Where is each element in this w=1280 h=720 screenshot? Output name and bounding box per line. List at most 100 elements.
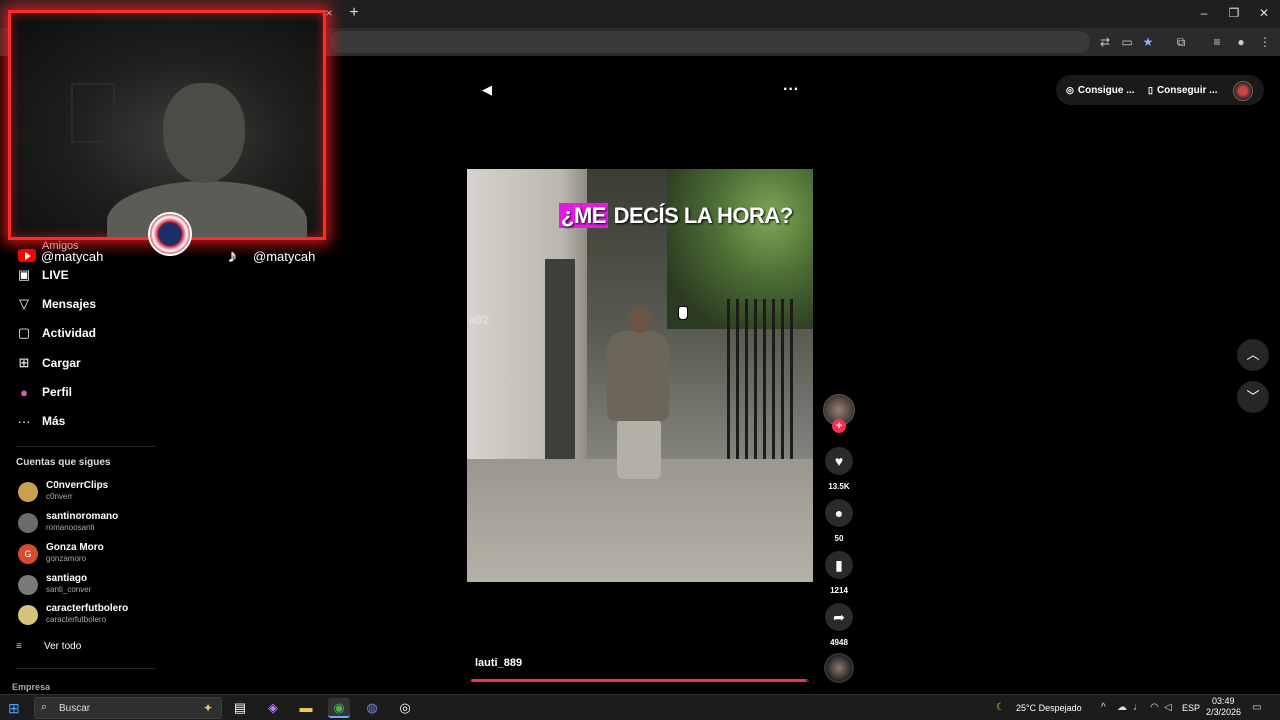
search-icon: ⌕ (41, 701, 48, 713)
account-handle: c0nverr (46, 492, 73, 501)
extensions-icon[interactable]: ⧉ (1172, 33, 1190, 51)
menu-icon[interactable]: ⋮ (1256, 33, 1274, 51)
video-author[interactable]: lauti_889 (475, 657, 522, 669)
sidebar-item-profile[interactable]: ● Perfil (16, 381, 156, 403)
video-door (545, 259, 575, 459)
file-explorer-icon[interactable]: ▬ (295, 698, 317, 718)
see-all-button[interactable]: ≡ Ver todo (16, 638, 136, 654)
activity-icon: ▢ (17, 325, 31, 340)
profile-icon[interactable]: ● (1232, 33, 1250, 51)
task-view-icon[interactable]: ▤ (229, 698, 251, 718)
share-button[interactable]: ➦ (825, 603, 853, 631)
following-account[interactable]: santinoromano romanoosanti (16, 511, 166, 537)
volume-icon[interactable]: ◁ (1164, 702, 1172, 713)
discord-icon[interactable]: ◍ (361, 698, 383, 718)
following-account[interactable]: G Gonza Moro gonzamoro (16, 542, 166, 568)
video-person-body (607, 331, 669, 421)
divider (16, 446, 156, 447)
volume-button[interactable]: ◀ (478, 81, 496, 99)
omnibox[interactable] (330, 31, 1090, 53)
account-handle: caracterfutbolero (46, 615, 107, 624)
minimize-button[interactable]: – (1194, 4, 1214, 22)
webcam-overlay (8, 10, 326, 240)
video-watermark: a02 (469, 313, 490, 327)
star-icon[interactable]: ★ (1139, 33, 1157, 51)
account-handle: gonzamoro (46, 554, 87, 563)
avatar: G (18, 544, 38, 564)
share-icon: ➦ (833, 609, 845, 625)
tray-expand-icon[interactable]: ^ (1101, 702, 1106, 713)
chrome-icon[interactable]: ◉ (328, 698, 350, 718)
avatar (18, 575, 38, 595)
weather-text[interactable]: 25°C Despejado (1016, 703, 1082, 713)
sidebar-item-more[interactable]: ··· Más (16, 410, 156, 432)
chevron-up-icon: ︿ (1246, 347, 1260, 362)
new-tab-button[interactable]: + (346, 4, 362, 22)
translate-icon[interactable]: ⇄ (1096, 33, 1114, 51)
video-person-head (629, 307, 651, 333)
following-account[interactable]: santiago santi_conver (16, 573, 166, 599)
following-section-title: Cuentas que sigues (16, 457, 111, 468)
language-indicator[interactable]: ESP (1182, 703, 1200, 713)
cloud-icon[interactable]: ☁ (1117, 702, 1127, 713)
upload-icon: ⊞ (18, 355, 30, 370)
restore-button[interactable]: ❐ (1224, 4, 1244, 22)
coin-icon: ◎ (1066, 84, 1074, 95)
cast-icon[interactable]: ▭ (1118, 33, 1136, 51)
clock-date[interactable]: 2/3/2026 (1206, 707, 1241, 717)
search-placeholder: Buscar (59, 703, 91, 714)
sidebar-item-label: Mensajes (42, 297, 97, 311)
windows-start-icon[interactable]: ⊞ (8, 701, 22, 715)
clock-time[interactable]: 03:49 (1212, 696, 1235, 706)
taskbar: ⊞ ⌕ Buscar ✦ ▤ ◈ ▬ ◉ ◍ ◎ ☾ 25°C Despejad… (0, 694, 1280, 720)
comment-count: 50 (834, 534, 844, 543)
tiktok-icon: ♪ (228, 246, 237, 266)
sidebar-item-messages[interactable]: ▽ Mensajes (16, 293, 156, 315)
previous-video-button[interactable]: ︿ (1237, 339, 1269, 371)
following-account[interactable]: caracterfutbolero caracterfutbolero (16, 603, 166, 629)
notification-icon[interactable]: ▭ (1252, 702, 1261, 713)
video-progress-bar[interactable] (471, 679, 809, 682)
streamer-head (163, 83, 245, 183)
sidebar-item-live[interactable]: ▣ LIVE (16, 264, 156, 286)
get-coins-button[interactable]: ◎ Consigue ... (1058, 77, 1143, 103)
next-video-button[interactable]: ﹀ (1237, 381, 1269, 413)
youtube-icon (18, 249, 36, 262)
music-disc-icon[interactable] (824, 653, 854, 683)
sidebar-item-upload[interactable]: ⊞ Cargar (16, 352, 156, 374)
wifi-icon[interactable]: ◠ (1150, 702, 1159, 713)
footer-company-link[interactable]: Empresa (12, 682, 50, 692)
divider (16, 668, 156, 669)
save-button[interactable]: ▮ (825, 551, 853, 579)
video-player[interactable]: ¿ME DECÍS LA HORA? a02 (467, 169, 813, 582)
phone-icon: ▯ (1148, 84, 1153, 95)
close-window-button[interactable]: ✕ (1254, 4, 1274, 22)
user-avatar[interactable] (1233, 81, 1253, 101)
sidebar-item-label: Cargar (42, 356, 81, 370)
sidebar-item-activity[interactable]: ▢ Actividad (16, 322, 156, 344)
get-app-button[interactable]: ▯ Conseguir ... (1140, 77, 1226, 103)
copilot-icon[interactable]: ◈ (262, 698, 284, 718)
streamer-body (107, 181, 307, 237)
more-options-button[interactable]: ··· (780, 81, 802, 99)
like-count: 13.5K (828, 482, 850, 491)
profile-icon: ● (20, 384, 28, 400)
microphone-icon[interactable]: ♩ (1133, 702, 1143, 713)
video-caption: ¿ME DECÍS LA HORA? (559, 203, 793, 229)
frame-corner (286, 200, 323, 237)
video-fence (727, 299, 797, 459)
media-icon[interactable]: ≡ (1208, 33, 1226, 51)
comment-button[interactable]: ● (825, 499, 853, 527)
channel-logo (148, 212, 192, 256)
following-account[interactable]: C0nverrClips c0nverr (16, 480, 166, 506)
like-button[interactable]: ♥ (825, 447, 853, 475)
taskbar-search[interactable]: ⌕ Buscar ✦ (34, 697, 222, 719)
bookmark-icon: ▮ (835, 557, 843, 573)
avatar (18, 482, 38, 502)
account-name: santiago (46, 573, 88, 584)
frame-corner (286, 13, 323, 50)
get-app-label: Conseguir ... (1156, 84, 1218, 96)
caption-text: DECÍS LA HORA? (607, 203, 794, 228)
obs-icon[interactable]: ◎ (394, 698, 416, 718)
follow-plus-button[interactable]: + (832, 419, 846, 433)
